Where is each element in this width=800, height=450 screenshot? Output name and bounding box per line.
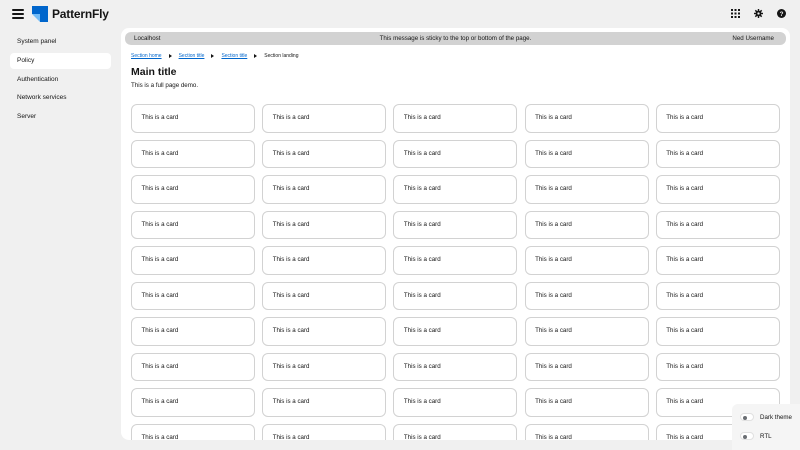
banner-message: This message is sticky to the top or bot… [379, 35, 532, 42]
card[interactable]: This is a card [524, 246, 649, 275]
brand-name: PatternFly [52, 7, 109, 21]
sidebar-item-network-services[interactable]: Network services [0, 90, 101, 106]
card[interactable]: This is a card [131, 210, 255, 239]
masthead-tools: ? [730, 8, 786, 18]
card[interactable]: This is a card [131, 175, 255, 204]
card[interactable]: This is a card [524, 388, 649, 417]
card[interactable]: This is a card [131, 388, 255, 417]
card[interactable]: This is a card [393, 104, 518, 133]
card[interactable]: This is a card [393, 175, 518, 204]
help-icon[interactable]: ? [776, 8, 786, 18]
card[interactable]: This is a card [524, 210, 649, 239]
banner-username[interactable]: Ned Username [732, 32, 774, 45]
menu-icon[interactable] [12, 9, 24, 19]
card[interactable]: This is a card [393, 388, 518, 417]
sidebar-item-system-panel[interactable]: System panel [0, 34, 101, 50]
card[interactable]: This is a card [131, 104, 255, 133]
sidebar-item-authentication[interactable]: Authentication [0, 72, 101, 88]
breadcrumb-link-section-title[interactable]: Section title [179, 53, 205, 59]
card[interactable]: This is a card [131, 246, 255, 275]
breadcrumb-link-section-home[interactable]: Section home [131, 53, 162, 59]
card[interactable]: This is a card [262, 139, 387, 168]
breadcrumb-current: Section landing [264, 53, 299, 59]
breadcrumb-separator-icon [211, 54, 215, 58]
sticky-banner: Localhost This message is sticky to the … [125, 32, 786, 45]
logo[interactable]: PatternFly [32, 6, 109, 22]
card[interactable]: This is a card [131, 423, 255, 440]
card[interactable]: This is a card [262, 423, 387, 440]
card[interactable]: This is a card [393, 281, 518, 310]
card[interactable]: This is a card [262, 281, 387, 310]
card[interactable]: This is a card [262, 317, 387, 346]
card[interactable]: This is a card [393, 246, 518, 275]
card[interactable]: This is a card [262, 210, 387, 239]
card[interactable]: This is a card [393, 139, 518, 168]
toggle-switch-icon [740, 432, 754, 440]
breadcrumb-separator-icon [168, 54, 172, 58]
main-content: Localhost This message is sticky to the … [121, 28, 790, 440]
card[interactable]: This is a card [655, 246, 780, 275]
card[interactable]: This is a card [524, 317, 649, 346]
sidebar-item-server[interactable]: Server [0, 109, 101, 125]
card[interactable]: This is a card [524, 423, 649, 440]
card[interactable]: This is a card [524, 281, 649, 310]
patternfly-logo-icon [32, 6, 48, 22]
card[interactable]: This is a card [131, 139, 255, 168]
card[interactable]: This is a card [393, 317, 518, 346]
card[interactable]: This is a card [131, 352, 255, 381]
card[interactable]: This is a card [262, 388, 387, 417]
card[interactable]: This is a card [655, 281, 780, 310]
theme-switcher: Dark theme RTL [732, 404, 800, 450]
masthead: PatternFly ? [0, 0, 800, 28]
card[interactable]: This is a card [393, 423, 518, 440]
breadcrumb: Section home Section title Section title… [131, 51, 299, 61]
card[interactable]: This is a card [655, 139, 780, 168]
page-subtitle: This is a full page demo. [131, 82, 199, 89]
dark-theme-label: Dark theme [760, 413, 792, 421]
toggle-switch-icon [740, 413, 754, 421]
sidebar-nav: System panel Policy Authentication Netwo… [0, 34, 118, 128]
dark-theme-toggle[interactable]: Dark theme [740, 413, 792, 421]
svg-text:?: ? [779, 10, 783, 17]
grid-icon[interactable] [730, 8, 740, 18]
card[interactable]: This is a card [655, 317, 780, 346]
card[interactable]: This is a card [393, 352, 518, 381]
card[interactable]: This is a card [131, 281, 255, 310]
card[interactable]: This is a card [655, 210, 780, 239]
card[interactable]: This is a card [393, 210, 518, 239]
breadcrumb-link-section-title-2[interactable]: Section title [221, 53, 247, 59]
card[interactable]: This is a card [524, 139, 649, 168]
sidebar-item-policy[interactable]: Policy [10, 52, 111, 69]
card-gallery: This is a card This is a card This is a ca… [131, 104, 780, 440]
card[interactable]: This is a card [262, 104, 387, 133]
card[interactable]: This is a card [262, 352, 387, 381]
card[interactable]: This is a card [524, 175, 649, 204]
card[interactable]: This is a card [524, 352, 649, 381]
breadcrumb-separator-icon [254, 54, 258, 58]
card[interactable]: This is a card [262, 246, 387, 275]
card[interactable]: This is a card [131, 317, 255, 346]
card[interactable]: This is a card [655, 175, 780, 204]
rtl-label: RTL [760, 432, 772, 440]
rtl-toggle[interactable]: RTL [740, 432, 772, 440]
card[interactable]: This is a card [655, 352, 780, 381]
page-title: Main title [131, 66, 177, 78]
card[interactable]: This is a card [524, 104, 649, 133]
gear-icon[interactable] [753, 8, 763, 18]
card[interactable]: This is a card [262, 175, 387, 204]
card[interactable]: This is a card [655, 104, 780, 133]
